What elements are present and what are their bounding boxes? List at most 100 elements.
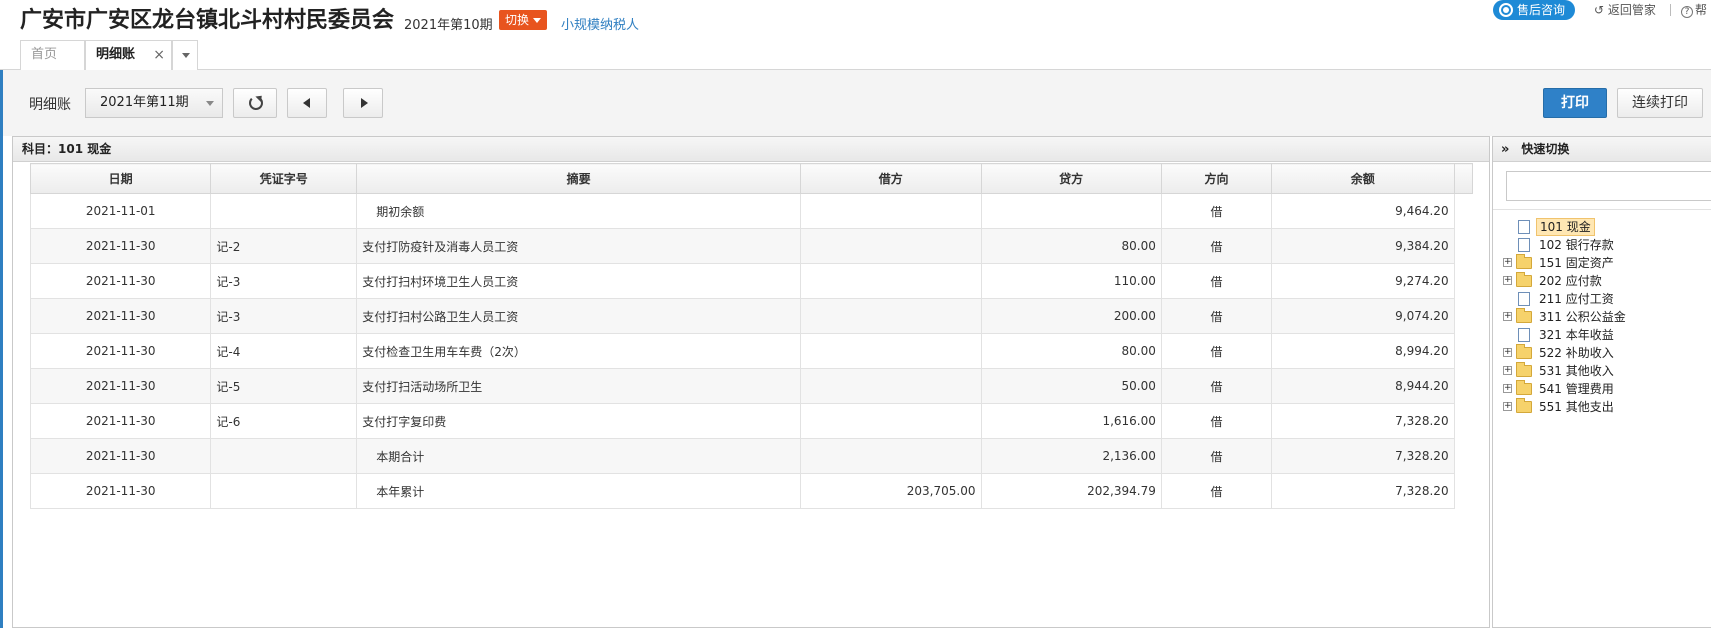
col-header-credit[interactable]: 贷方 <box>980 163 1162 194</box>
next-period-button[interactable] <box>343 88 383 118</box>
cell-credit: 200.00 <box>980 298 1162 334</box>
tree-item-label: 321 本年收益 <box>1539 328 1614 342</box>
headset-icon <box>1499 3 1513 17</box>
cell-scroll-pad <box>1454 193 1473 229</box>
tree-item-label: 102 银行存款 <box>1539 238 1614 252</box>
folder-icon <box>1516 344 1532 359</box>
refresh-button[interactable] <box>233 88 277 118</box>
cell-scroll-pad <box>1454 228 1473 264</box>
table-row[interactable]: 2021-11-30 记-3 支付打扫村环境卫生人员工资 110.00 借 9,274.2… <box>29 263 1473 299</box>
cell-balance: 7,328.20 <box>1271 473 1455 509</box>
table-row[interactable]: 2021-11-30 记-4 支付检查卫生用车车费（2次） 80.00 借 8,994.2… <box>29 333 1473 369</box>
cell-debit <box>800 228 982 264</box>
quick-switch-title: 快速切换 <box>1521 142 1570 156</box>
caret-down-icon <box>533 18 542 23</box>
tree-item-label: 551 其他支出 <box>1539 400 1614 414</box>
tree-item-label: 101 现金 <box>1536 218 1595 236</box>
folder-icon <box>1516 380 1532 395</box>
ledger-table: 日期 凭证字号 摘要 借方 贷方 方向 余额 2021-11-01 期初余额借 9,… <box>29 163 1474 509</box>
help-icon: ? <box>1681 6 1693 18</box>
switch-period-button[interactable]: 切换 <box>499 10 548 30</box>
cell-summary: 支付打扫活动场所卫生 <box>356 368 802 404</box>
cell-summary: 支付打防疫针及消毒人员工资 <box>356 228 802 264</box>
quick-switch-search-input[interactable] <box>1506 171 1711 201</box>
close-icon[interactable]: × <box>153 41 165 69</box>
previous-period-button[interactable] <box>287 88 327 118</box>
cell-date: 2021-11-30 <box>29 228 212 264</box>
col-header-date[interactable]: 日期 <box>29 163 212 194</box>
expand-icon[interactable]: + <box>1503 312 1512 321</box>
cell-direction: 借 <box>1160 403 1273 439</box>
expand-icon[interactable]: + <box>1503 402 1512 411</box>
cell-voucher <box>210 473 358 509</box>
cell-balance: 9,384.20 <box>1271 228 1455 264</box>
table-row[interactable]: 2021-11-30 记-6 支付打字复印费 1,616.00 借 7,328.20 <box>29 403 1473 439</box>
tree-item-label: 202 应付款 <box>1539 274 1602 288</box>
table-row[interactable]: 2021-11-30 本期合计 2,136.00 借 7,328.20 <box>29 438 1473 474</box>
table-row[interactable]: 2021-11-30 记-5 支付打扫活动场所卫生 50.00 借 8,944.20 <box>29 368 1473 404</box>
table-row[interactable]: 2021-11-30 本年累计 203,705.00 202,394.79 借 7,328… <box>29 473 1473 509</box>
cell-debit <box>800 333 982 369</box>
cell-debit <box>800 438 982 474</box>
cell-voucher: 记-4 <box>210 333 358 369</box>
expand-icon[interactable]: + <box>1503 384 1512 393</box>
cell-summary: 支付打字复印费 <box>356 403 802 439</box>
cell-credit: 2,136.00 <box>980 438 1162 474</box>
document-icon <box>1518 220 1530 234</box>
cell-scroll-pad <box>1454 473 1473 509</box>
after-sales-button[interactable]: 售后咨询 <box>1493 0 1576 20</box>
cell-direction: 借 <box>1160 298 1273 334</box>
quick-switch-panel: » 快速切换 101 现金 102 银行存款 +151 固定资产 +202 应付款 211… <box>1492 136 1711 628</box>
caret-down-icon <box>206 101 214 106</box>
table-row[interactable]: 2021-11-30 记-2 支付打防疫针及消毒人员工资 80.00 借 9,384.20 <box>29 228 1473 264</box>
folder-icon <box>1516 362 1532 377</box>
cell-summary: 支付打扫村公路卫生人员工资 <box>356 298 802 334</box>
col-header-direction[interactable]: 方向 <box>1160 163 1273 194</box>
back-label: 返回管家 <box>1607 3 1656 17</box>
switch-label: 切换 <box>505 13 530 27</box>
tab-home[interactable]: 首页 <box>20 40 85 70</box>
expand-icon[interactable]: + <box>1503 366 1512 375</box>
col-header-voucher[interactable]: 凭证字号 <box>210 163 358 194</box>
document-icon <box>1518 292 1530 306</box>
col-header-summary[interactable]: 摘要 <box>356 163 802 194</box>
cell-scroll-pad <box>1454 403 1473 439</box>
quick-switch-divider <box>1493 209 1711 210</box>
subject-title: 科目：101 现金 <box>13 137 1489 162</box>
cell-direction: 借 <box>1160 263 1273 299</box>
help-link[interactable]: ? 帮 <box>1681 1 1707 18</box>
tab-home-label: 首页 <box>31 47 58 62</box>
expand-icon[interactable]: + <box>1503 258 1512 267</box>
cell-balance: 8,994.20 <box>1271 333 1455 369</box>
cell-summary: 本期合计 <box>356 438 802 474</box>
collapse-panel-icon[interactable]: » <box>1501 142 1509 157</box>
continuous-print-button[interactable]: 连续打印 <box>1617 88 1703 118</box>
period-select[interactable]: 2021年第11期 <box>85 88 223 118</box>
print-button[interactable]: 打印 <box>1543 88 1607 118</box>
tab-detail-ledger[interactable]: 明细账 × <box>85 40 172 71</box>
table-row[interactable]: 2021-11-01 期初余额 借 9,464.20 <box>29 193 1473 229</box>
cell-voucher: 记-6 <box>210 403 358 439</box>
cell-date: 2021-11-30 <box>29 333 212 369</box>
table-header-row: 日期 凭证字号 摘要 借方 贷方 方向 余额 <box>29 163 1474 194</box>
col-header-debit[interactable]: 借方 <box>800 163 982 194</box>
help-label: 帮 <box>1695 3 1708 17</box>
expand-icon[interactable]: + <box>1503 276 1512 285</box>
cell-scroll-pad <box>1454 368 1473 404</box>
col-header-balance[interactable]: 余额 <box>1271 163 1455 194</box>
header-divider <box>1670 4 1671 16</box>
cell-date: 2021-11-30 <box>29 263 212 299</box>
cell-balance: 9,464.20 <box>1271 193 1455 229</box>
cell-voucher <box>210 193 358 229</box>
back-to-manager-link[interactable]: ↺ 返回管家 <box>1594 1 1656 18</box>
taxpayer-type-link[interactable]: 小规模纳税人 <box>561 14 639 33</box>
cell-debit: 203,705.00 <box>800 473 982 509</box>
return-icon: ↺ <box>1594 3 1605 17</box>
expand-icon[interactable]: + <box>1503 348 1512 357</box>
cell-scroll-pad <box>1454 298 1473 334</box>
tab-detail-label: 明细账 <box>96 47 136 62</box>
after-sales-label: 售后咨询 <box>1517 3 1566 17</box>
table-row[interactable]: 2021-11-30 记-3 支付打扫村公路卫生人员工资 200.00 借 9,074.2… <box>29 298 1473 334</box>
tab-more-dropdown[interactable] <box>172 40 198 70</box>
tree-item-label: 541 管理费用 <box>1539 382 1614 396</box>
